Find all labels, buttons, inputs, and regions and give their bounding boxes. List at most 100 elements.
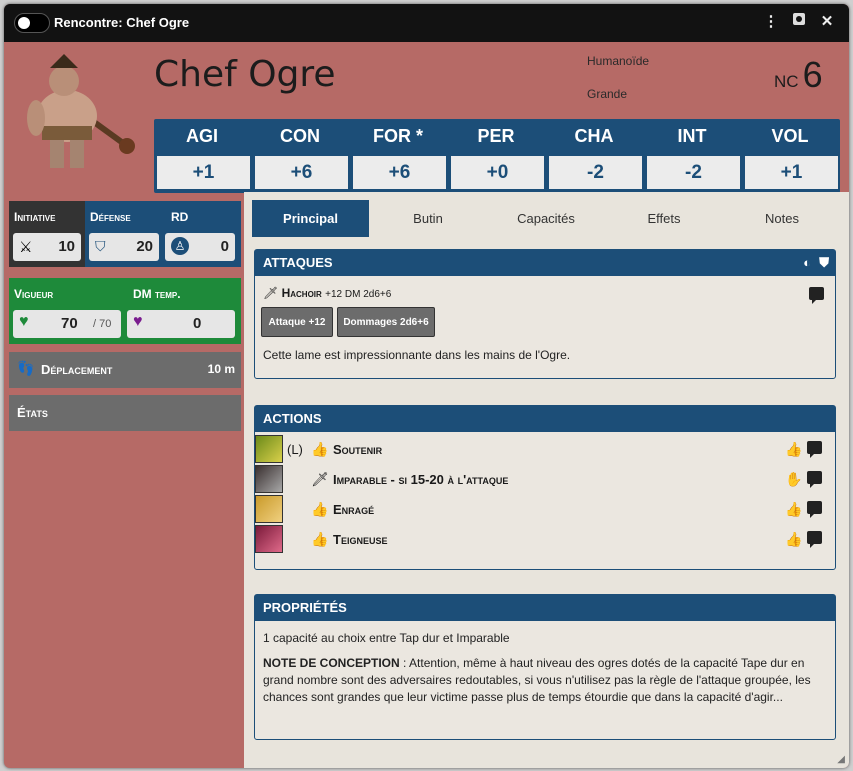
- thumbs-up-icon[interactable]: 👍: [785, 441, 802, 458]
- chat-icon[interactable]: [807, 441, 822, 458]
- stat-value[interactable]: +0: [451, 156, 544, 189]
- action-name: Soutenir: [333, 442, 383, 457]
- states-block[interactable]: États: [9, 395, 241, 431]
- sheet-config-icon[interactable]: [790, 12, 808, 30]
- encounter-window: Rencontre: Chef Ogre ⋮ ✕ Chef Ogre Human…: [4, 4, 849, 768]
- tab-notes[interactable]: Notes: [723, 200, 841, 237]
- character-name[interactable]: Chef Ogre: [154, 54, 336, 95]
- thumbs-up-icon[interactable]: 👍: [785, 531, 802, 548]
- stat-per[interactable]: PER +0: [448, 119, 544, 193]
- more-menu-icon[interactable]: ⋮: [762, 12, 780, 30]
- defense-field[interactable]: ⛉ 20: [89, 233, 159, 261]
- dagger-icon: 🗡: [311, 471, 329, 487]
- challenge-level: NC 6: [774, 54, 823, 96]
- properties-title: PROPRIÉTÉS: [263, 600, 347, 615]
- vigueur-label: Vigueur: [14, 287, 54, 301]
- stat-con[interactable]: CON +6: [252, 119, 348, 193]
- action-image: [255, 435, 283, 463]
- actions-title: ACTIONS: [263, 411, 322, 426]
- attack-roll-button[interactable]: Attaque +12: [261, 307, 333, 337]
- defense-value: 20: [136, 238, 153, 255]
- stat-cha[interactable]: CHA -2: [546, 119, 642, 193]
- chat-icon[interactable]: [807, 501, 822, 518]
- broken-heart-icon: ♥: [133, 313, 143, 330]
- stat-name: VOL: [771, 126, 809, 146]
- deplacement-label: Déplacement: [41, 362, 113, 377]
- stat-value[interactable]: +1: [157, 156, 250, 189]
- thumbs-up-icon[interactable]: 👍: [785, 501, 802, 518]
- stat-name: AGI: [185, 126, 218, 146]
- stat-value[interactable]: -2: [647, 156, 740, 189]
- chat-icon[interactable]: [807, 471, 822, 488]
- damage-roll-button[interactable]: Dommages 2d6+6: [337, 307, 435, 337]
- hand-icon[interactable]: ✋: [785, 471, 802, 488]
- defense-box: Défense RD ⛉ 20 ♙ 0: [85, 201, 241, 267]
- chat-icon[interactable]: [809, 287, 824, 304]
- ogre-portrait[interactable]: [12, 46, 142, 196]
- stat-name: PER: [477, 126, 515, 146]
- attack-description: Cette lame est impressionnante dans les …: [263, 348, 571, 362]
- dmtemp-label: DM temp.: [133, 287, 181, 301]
- action-image: [255, 495, 283, 523]
- stat-name: CHA: [574, 126, 614, 146]
- vigueur-max: / 70: [93, 318, 112, 330]
- creature-type: Humanoïde: [587, 54, 650, 68]
- stat-value[interactable]: +1: [745, 156, 838, 189]
- stat-vol[interactable]: VOL +1: [742, 119, 838, 193]
- deplacement-value: 10 m: [207, 362, 235, 376]
- tab-butin[interactable]: Butin: [369, 200, 487, 237]
- stat-name: FOR *: [372, 126, 423, 146]
- defense-label: Défense: [90, 210, 131, 224]
- creature-size: Grande: [587, 87, 628, 101]
- initiative-box: Initiative ⚔ 10: [9, 201, 85, 267]
- action-row[interactable]: 👍 Teigneuse 👍: [255, 525, 835, 555]
- toggle-knob: [18, 17, 30, 29]
- note-label: NOTE DE CONCEPTION: [263, 656, 400, 670]
- heart-icon: ♥: [19, 313, 29, 330]
- initiative-field[interactable]: ⚔ 10: [13, 233, 81, 261]
- stat-value[interactable]: -2: [549, 156, 642, 189]
- stat-name: CON: [280, 126, 320, 146]
- shield-icon[interactable]: ⛊: [819, 250, 829, 276]
- stat-agi[interactable]: AGI +1: [154, 119, 250, 193]
- resize-handle-icon[interactable]: ◢: [837, 754, 845, 765]
- vigueur-field[interactable]: ♥ 70 / 70: [13, 310, 121, 338]
- rd-field[interactable]: ♙ 0: [165, 233, 235, 261]
- shield-half-icon[interactable]: ◐: [803, 250, 811, 276]
- shield-icon: ⛉: [95, 238, 106, 254]
- combat-block: Initiative ⚔ 10 Défense RD ⛉ 20 ♙ 0: [9, 201, 241, 267]
- action-row[interactable]: 👍 Enragé 👍: [255, 495, 835, 525]
- stat-value[interactable]: +6: [255, 156, 348, 189]
- tab-principal[interactable]: Principal: [252, 200, 369, 237]
- stat-for[interactable]: FOR * +6: [350, 119, 446, 193]
- etats-label: États: [17, 405, 48, 420]
- properties-panel: PROPRIÉTÉS 1 capacité au choix entre Tap…: [254, 594, 836, 740]
- rd-label: RD: [171, 210, 189, 224]
- tab-effets[interactable]: Effets: [605, 200, 723, 237]
- attacks-title: ATTAQUES: [263, 255, 333, 270]
- tab-bar: Principal Butin Capacités Effets Notes: [252, 200, 842, 237]
- nc-label: NC: [774, 72, 799, 91]
- action-prefix: (L): [287, 442, 303, 457]
- design-note: NOTE DE CONCEPTION : Attention, même à h…: [263, 655, 829, 706]
- tab-capacites[interactable]: Capacités: [487, 200, 605, 237]
- ability-scores: AGI +1 CON +6 FOR * +6 PER +0 CHA -2 INT -2 VO…: [154, 119, 840, 193]
- stat-name: INT: [677, 126, 707, 146]
- stat-value[interactable]: +6: [353, 156, 446, 189]
- movement-block[interactable]: 👣 Déplacement 10 m: [9, 352, 241, 388]
- weapon-line[interactable]: 🗡 Hachoir +12 DM 2d6+6: [263, 286, 391, 300]
- vigor-block: Vigueur DM temp. ♥ 70 / 70 ♥ 0: [9, 278, 241, 344]
- action-name: Imparable - si 15-20 à l'attaque: [333, 472, 509, 487]
- swords-icon: ⚔: [19, 239, 33, 256]
- toggle-switch[interactable]: [14, 13, 50, 33]
- chat-icon[interactable]: [807, 531, 822, 548]
- action-row[interactable]: (L) 👍 Soutenir 👍: [255, 435, 835, 465]
- close-icon[interactable]: ✕: [818, 12, 836, 30]
- sheet-header: Chef Ogre Humanoïde Grande NC 6 AGI +1 CON…: [4, 42, 849, 193]
- action-image: [255, 465, 283, 493]
- thumbs-up-icon: 👍: [311, 441, 329, 457]
- actions-header: ACTIONS: [255, 406, 835, 432]
- action-row[interactable]: 🗡 Imparable - si 15-20 à l'attaque ✋: [255, 465, 835, 495]
- dmtemp-field[interactable]: ♥ 0: [127, 310, 235, 338]
- stat-int[interactable]: INT -2: [644, 119, 740, 193]
